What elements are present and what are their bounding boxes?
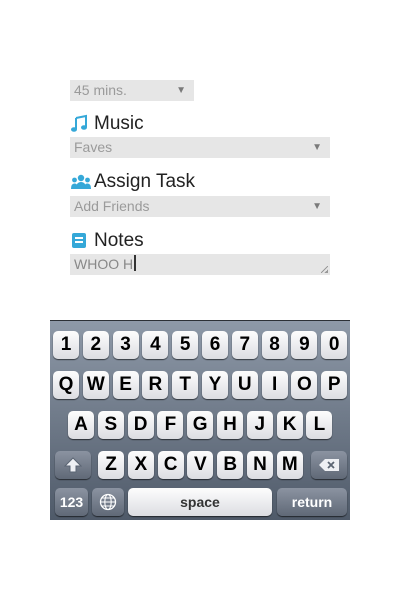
on-screen-keyboard: 123 space return 1234567890QWERTYUIOPASD… [50,320,350,520]
space-key[interactable]: space [128,488,272,516]
globe-icon [99,493,117,511]
globe-key[interactable] [92,488,124,516]
key-7[interactable]: 7 [231,331,258,359]
key-x[interactable]: X [127,451,154,479]
notes-value: WHOO H [74,256,134,272]
key-h[interactable]: H [217,411,243,439]
key-e[interactable]: E [112,371,139,399]
assign-task-label: Assign Task [70,171,195,193]
music-note-icon [70,114,92,134]
music-label-text: Music [94,113,144,134]
space-key-label: space [180,494,220,510]
notes-label-text: Notes [94,230,144,251]
return-key[interactable]: return [277,488,347,516]
delete-backspace-icon [319,459,339,471]
key-o[interactable]: O [291,371,318,399]
key-i[interactable]: I [261,371,288,399]
chevron-down-icon: ▼ [312,201,322,212]
key-w[interactable]: W [82,371,109,399]
people-icon [70,172,92,192]
key-a[interactable]: A [68,411,94,439]
key-u[interactable]: U [231,371,258,399]
key-r[interactable]: R [142,371,169,399]
assign-task-label-text: Assign Task [94,171,196,192]
numbers-key[interactable]: 123 [55,488,88,516]
assign-task-value: Add Friends [74,198,150,214]
key-p[interactable]: P [321,371,348,399]
key-t[interactable]: T [172,371,199,399]
shift-arrow-icon [64,457,82,473]
key-f[interactable]: F [157,411,184,439]
key-4[interactable]: 4 [142,331,169,359]
key-n[interactable]: N [247,451,273,479]
chevron-down-icon: ▼ [176,85,186,96]
numbers-key-label: 123 [59,494,84,510]
notepad-icon [70,231,92,251]
shift-key[interactable] [55,451,91,479]
key-2[interactable]: 2 [82,331,109,359]
assign-task-select[interactable]: Add Friends ▼ [70,196,330,217]
duration-value: 45 mins. [74,82,127,98]
key-b[interactable]: B [217,451,244,479]
key-l[interactable]: L [306,411,333,439]
music-label: Music [70,113,144,135]
key-m[interactable]: M [276,451,303,479]
key-s[interactable]: S [97,411,124,439]
music-value: Faves [74,139,113,155]
key-q[interactable]: Q [53,371,79,399]
key-3[interactable]: 3 [112,331,139,359]
key-1[interactable]: 1 [53,331,79,359]
key-k[interactable]: K [276,411,303,439]
key-5[interactable]: 5 [172,331,199,359]
key-j[interactable]: J [246,411,273,439]
key-6[interactable]: 6 [202,331,228,359]
key-g[interactable]: G [187,411,214,439]
notes-textarea[interactable]: WHOO H [70,254,330,275]
notes-label: Notes [70,230,144,252]
key-8[interactable]: 8 [261,331,288,359]
backspace-key[interactable] [311,451,347,479]
key-0[interactable]: 0 [321,331,348,359]
key-d[interactable]: D [127,411,154,439]
chevron-down-icon: ▼ [312,142,322,153]
key-9[interactable]: 9 [291,331,318,359]
duration-select[interactable]: 45 mins. ▼ [70,80,194,101]
key-y[interactable]: Y [202,371,228,399]
return-key-label: return [291,494,333,510]
key-c[interactable]: C [157,451,184,479]
key-z[interactable]: Z [98,451,124,479]
resize-handle-icon[interactable] [321,266,328,273]
music-select[interactable]: Faves ▼ [70,137,330,158]
key-v[interactable]: V [187,451,214,479]
text-caret [134,255,137,271]
